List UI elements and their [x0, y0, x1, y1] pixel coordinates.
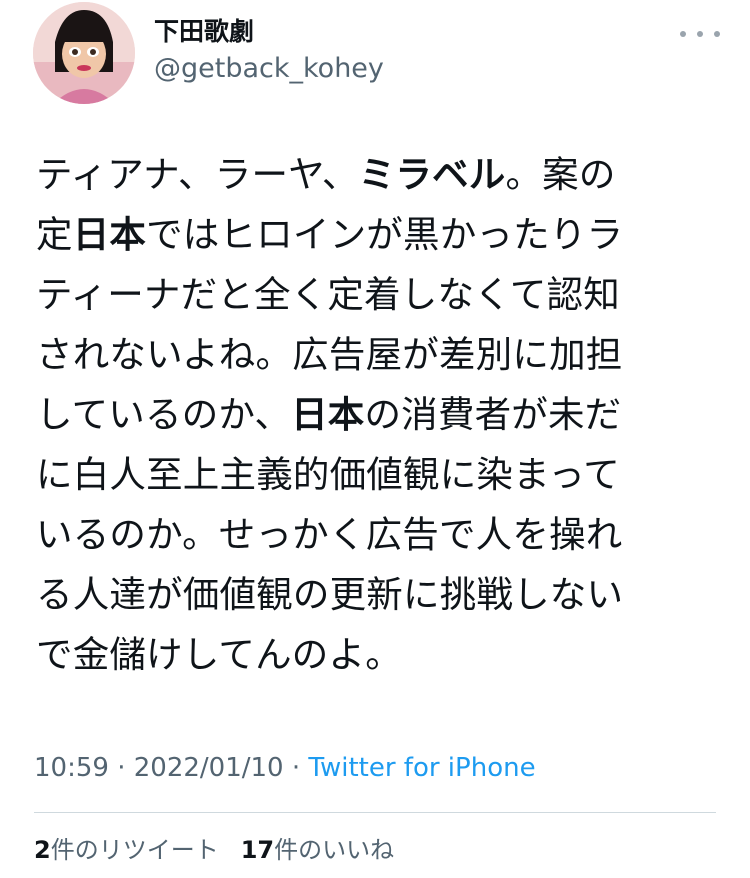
tweet-text-segment: しているのか、 [36, 393, 292, 436]
more-options-icon[interactable] [680, 24, 720, 44]
tweet-text-segment: 。案の [505, 153, 616, 196]
tweet-text-segment: で金儲けしてんのよ。 [36, 633, 402, 676]
meta-separator: · [291, 753, 301, 783]
tweet-text-segment: に白人至上主義的価値観に染まって [36, 453, 620, 496]
tweet-text-segment: いるのか。せっかく広告で人を操れ [36, 513, 623, 556]
divider [34, 812, 716, 813]
tweet-text-segment: の消費者が未だ [364, 393, 622, 436]
tweet-meta: 10:59 · 2022/01/10 · Twitter for iPhone [34, 751, 536, 785]
tweet-text-line: る人達が価値観の更新に挑戦しない [36, 565, 716, 625]
more-dot [714, 31, 720, 37]
tweet-text-line: 定日本ではヒロインが黒かったりラ [36, 205, 716, 265]
tweet-text-segment: る人達が価値観の更新に挑戦しない [36, 573, 624, 616]
tweet-text-line: いるのか。せっかく広告で人を操れ [36, 505, 716, 565]
more-dot [697, 31, 703, 37]
tweet-text-segment: されないよね。広告屋が差別に加担 [36, 333, 623, 376]
avatar[interactable] [33, 2, 135, 104]
tweet-stats: 2件のリツイート 17件のいいね [34, 834, 394, 866]
tweet-text-line: しているのか、日本の消費者が未だ [36, 385, 716, 445]
like-label: 件のいいね [274, 836, 395, 864]
tweet-text-line: ティーナだと全く定着しなくて認知 [36, 265, 716, 325]
more-dot [680, 31, 686, 37]
tweet-text: ティアナ、ラーヤ、ミラベル。案の 定日本ではヒロインが黒かったりラ ティーナだと全く… [36, 145, 716, 685]
tweet-text-bold: 日本 [72, 213, 147, 256]
user-handle[interactable]: @getback_kohey [154, 52, 384, 86]
tweet-text-bold: 日本 [291, 393, 365, 436]
retweet-label: 件のリツイート [50, 836, 219, 864]
like-count: 17 [240, 836, 275, 864]
tweet-date[interactable]: 2022/01/10 [134, 753, 284, 783]
tweet-text-segment: ティアナ、ラーヤ、 [36, 153, 359, 196]
tweet-text-line: で金儲けしてんのよ。 [36, 625, 716, 685]
display-name[interactable]: 下田歌劇 [154, 16, 254, 48]
tweet-text-bold: ミラベル [358, 153, 506, 196]
tweet-time[interactable]: 10:59 [34, 753, 109, 783]
retweet-count: 2 [34, 836, 51, 864]
likes-stat[interactable]: 17件のいいね [241, 836, 394, 864]
tweet-text-segment: ではヒロインが黒かったりラ [146, 213, 624, 256]
tweet-text-segment: 定 [36, 213, 73, 256]
meta-separator: · [117, 753, 126, 783]
tweet-source-link[interactable]: Twitter for iPhone [308, 753, 535, 783]
tweet-text-line: ティアナ、ラーヤ、ミラベル。案の [36, 145, 716, 205]
tweet-text-segment: ティーナだと全く定着しなくて認知 [36, 273, 620, 316]
tweet-text-line: されないよね。広告屋が差別に加担 [36, 325, 716, 385]
retweets-stat[interactable]: 2件のリツイート [34, 836, 219, 864]
tweet-text-line: に白人至上主義的価値観に染まって [36, 445, 716, 505]
avatar-image [33, 2, 135, 104]
